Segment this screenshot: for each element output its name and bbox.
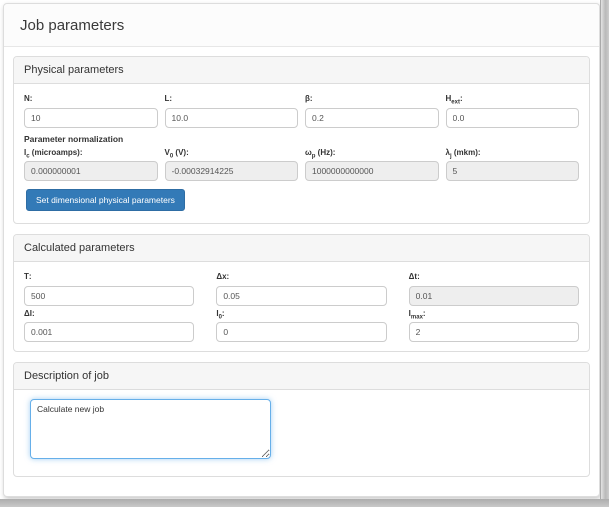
imax-label: Imax: bbox=[408, 308, 426, 321]
dt-input bbox=[408, 285, 579, 306]
l-label: L: bbox=[164, 94, 173, 103]
field-lambda: λj (mkm): bbox=[445, 145, 579, 182]
v0-label: V0 (V): bbox=[164, 147, 189, 160]
field-t: T: bbox=[24, 269, 195, 306]
field-dt: Δt: bbox=[408, 269, 579, 306]
field-hext: Hext: bbox=[445, 91, 579, 128]
dx-label: Δx: bbox=[216, 272, 230, 282]
n-label: N: bbox=[24, 94, 33, 103]
horizontal-scrollbar[interactable] bbox=[0, 499, 609, 507]
job-description-textarea[interactable]: Calculate new job bbox=[30, 399, 271, 460]
n-input[interactable] bbox=[24, 107, 158, 128]
set-dimensional-parameters-button[interactable]: Set dimensional physical parameters bbox=[26, 189, 185, 212]
calculated-parameters-heading: Calculated parameters bbox=[14, 235, 589, 263]
t-label: T: bbox=[24, 272, 32, 282]
description-of-job-panel: Description of job Calculate new job bbox=[13, 362, 590, 478]
lambda-input bbox=[445, 161, 579, 182]
field-dx: Δx: bbox=[216, 269, 387, 306]
di-label: ΔI: bbox=[24, 308, 35, 318]
field-i0: I0: bbox=[216, 306, 387, 343]
field-ic: Ic (microamps): bbox=[24, 145, 158, 182]
v0-input bbox=[164, 161, 298, 182]
dx-input[interactable] bbox=[216, 285, 387, 306]
field-l: L: bbox=[164, 91, 298, 128]
omega-input bbox=[305, 161, 439, 182]
omega-label: ωp (Hz): bbox=[305, 147, 336, 160]
t-input[interactable] bbox=[24, 285, 195, 306]
ic-label: Ic (microamps): bbox=[24, 147, 83, 160]
imax-input[interactable] bbox=[408, 322, 579, 343]
page-title: Job parameters bbox=[4, 4, 599, 47]
i0-label: I0: bbox=[216, 308, 225, 321]
beta-label: β: bbox=[305, 94, 313, 103]
field-di: ΔI: bbox=[24, 306, 195, 343]
field-omega: ωp (Hz): bbox=[305, 145, 439, 182]
l-input[interactable] bbox=[164, 107, 298, 128]
dt-label: Δt: bbox=[408, 272, 420, 282]
physical-parameters-heading: Physical parameters bbox=[14, 57, 589, 84]
description-of-job-heading: Description of job bbox=[14, 363, 589, 391]
field-v0: V0 (V): bbox=[164, 145, 298, 182]
job-parameters-card: Job parameters Physical parameters N: L:… bbox=[3, 3, 600, 497]
vertical-scrollbar[interactable] bbox=[600, 0, 609, 500]
i0-input[interactable] bbox=[216, 322, 387, 343]
di-input[interactable] bbox=[24, 322, 195, 343]
hext-input[interactable] bbox=[445, 107, 579, 128]
parameter-normalization-label: Parameter normalization bbox=[24, 133, 124, 144]
beta-input[interactable] bbox=[305, 107, 439, 128]
physical-parameters-panel: Physical parameters N: L: β: Hext: bbox=[13, 56, 590, 225]
ic-input bbox=[24, 161, 158, 182]
calculated-parameters-panel: Calculated parameters T: Δx: Δt: ΔI: bbox=[13, 234, 590, 353]
field-beta: β: bbox=[305, 91, 439, 128]
field-n: N: bbox=[24, 91, 158, 128]
field-imax: Imax: bbox=[408, 306, 579, 343]
lambda-label: λj (mkm): bbox=[445, 147, 481, 160]
hext-label: Hext: bbox=[445, 94, 463, 106]
